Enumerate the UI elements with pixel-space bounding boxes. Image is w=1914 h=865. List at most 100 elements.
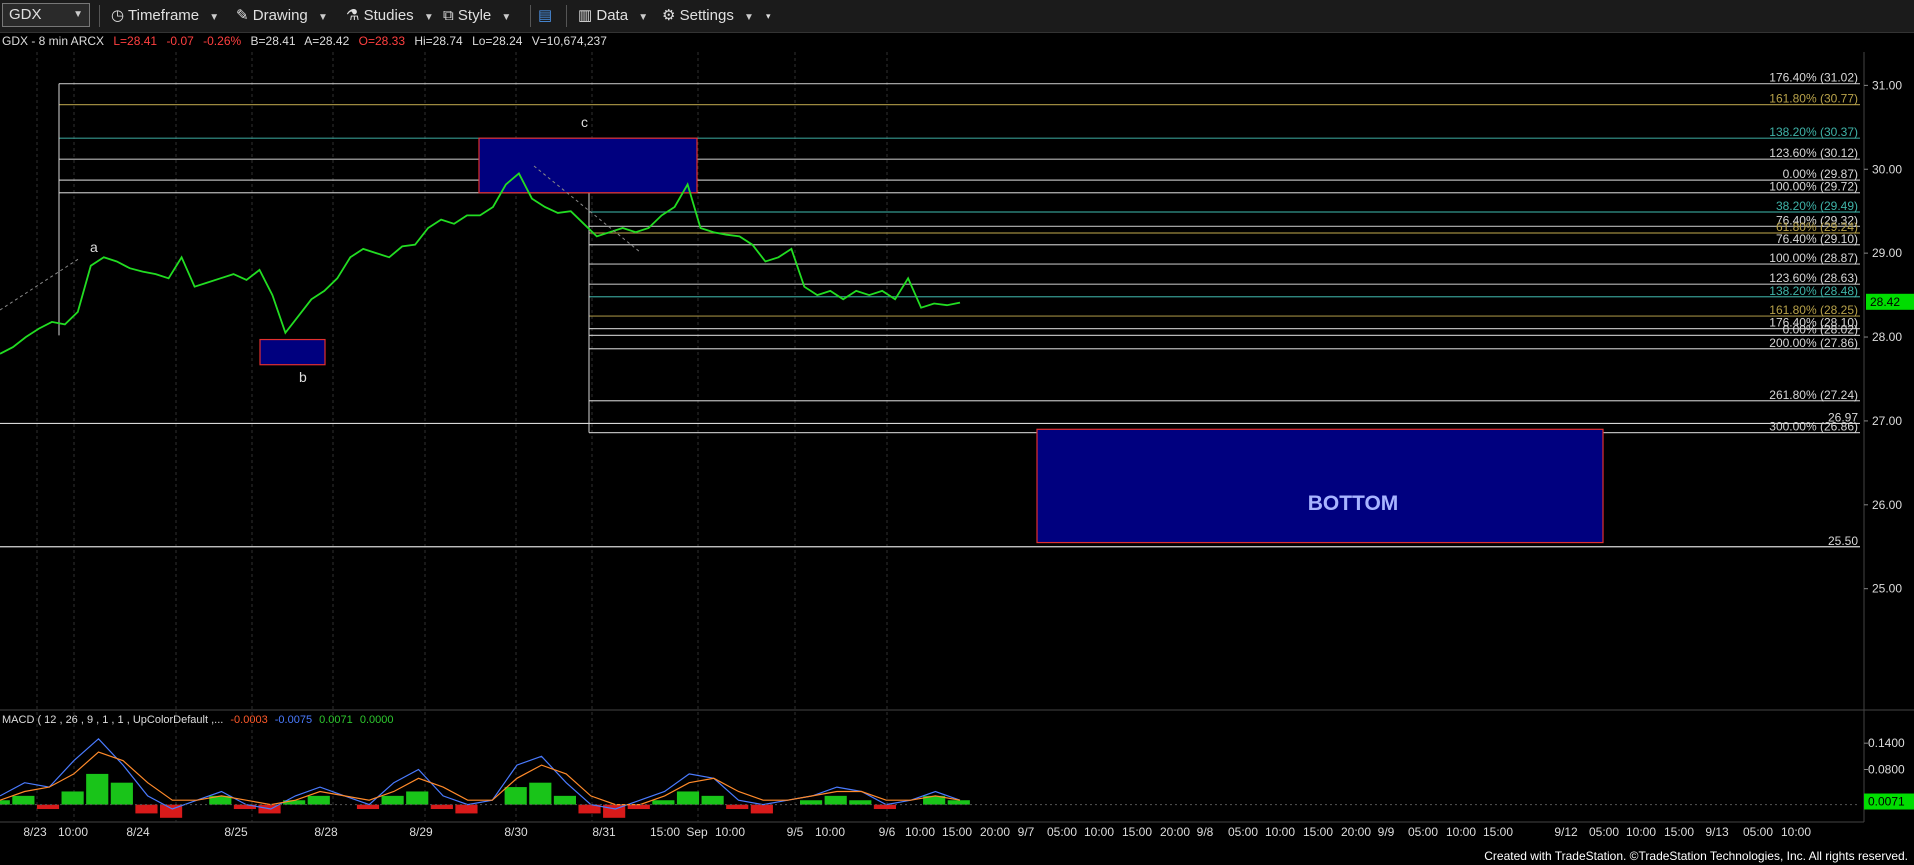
bid-reading: B=28.41 [251,34,296,48]
gear-icon: ⚙ [662,7,676,24]
chart-info-line: GDX - 8 min ARCX L=28.41 -0.07 -0.26% B=… [2,34,607,48]
target-zones [259,137,1604,544]
macd-histogram-bar [652,800,675,805]
price-tick-label: 25.00 [1872,582,1902,596]
change-reading: -0.07 [166,34,194,48]
macd-last-label: 0.0071 [1868,795,1905,809]
fib-level-label: 0.00% (28.02) [1783,322,1858,336]
time-tick-label: 10:00 [1446,825,1476,839]
price-tick-label: 31.00 [1872,78,1902,92]
macd-reading-2: -0.0075 [275,714,312,726]
chevron-down-icon: ▼ [423,12,434,23]
time-tick-label: 10:00 [815,825,845,839]
pencil-icon: ✎ [236,7,249,24]
fib-level-label: 176.40% (31.02) [1769,71,1858,85]
macd-histogram-bar [135,804,158,814]
macd-histogram-bar [504,787,527,805]
time-tick-label: 8/23 [23,825,47,839]
time-tick-label: 05:00 [1047,825,1077,839]
wave-label-b: b [299,369,307,385]
data-menu[interactable]: ▥ Data ▼ [578,5,648,27]
drawing-label: Drawing [252,7,308,24]
studies-menu[interactable]: ⚗ Studies ▼ [346,5,434,27]
time-tick-label: 8/28 [314,825,338,839]
macd-info-line: MACD ( 12 , 26 , 9 , 1 , 1 , UpColorDefa… [2,714,394,726]
time-tick-label: 10:00 [1084,825,1114,839]
zone-b [259,338,326,366]
time-tick-label: 05:00 [1228,825,1258,839]
studies-label: Studies [363,7,414,24]
chart-canvas[interactable]: GDX - 8 min ARCX L=28.41 -0.07 -0.26% B=… [0,32,1914,865]
macd-tick-label: 0.1400 [1868,736,1905,750]
macd-histogram-bar [553,795,576,805]
macd-histogram-bar [0,800,10,805]
time-tick-label: 10:00 [715,825,745,839]
price-tick-label: 27.00 [1872,414,1902,428]
ask-reading: A=28.42 [304,34,349,48]
time-tick-label: 05:00 [1408,825,1438,839]
macd-histogram-bar [381,795,404,805]
chevron-down-icon: ▼ [73,9,83,20]
chevron-down-icon: ▼ [209,12,220,23]
time-tick-label: 05:00 [1743,825,1773,839]
macd-histogram-bar [12,795,35,805]
macd-histogram-bar [307,795,330,805]
toolbar-overflow-button[interactable]: ▾ [766,5,771,27]
timeframe-menu[interactable]: ◷ Timeframe ▼ [111,5,219,27]
macd-histogram-bar [824,795,847,805]
settings-menu[interactable]: ⚙ Settings ▼ [662,5,754,27]
time-tick-label: 8/31 [592,825,616,839]
zone-bottom [1036,428,1604,544]
time-tick-label: 9/13 [1705,825,1729,839]
macd-reading-1: -0.0003 [230,714,267,726]
fib-level-label: 138.20% (30.37) [1769,125,1858,139]
layout-button[interactable]: ▤ [538,5,552,27]
time-tick-label: 20:00 [980,825,1010,839]
macd-title: MACD ( 12 , 26 , 9 , 1 , 1 , UpColorDefa… [2,714,223,726]
time-tick-label: 15:00 [1122,825,1152,839]
time-axis: 8/23 10:00 8/24 8/25 8/28 8/29 8/30 8/31 15:00 Se… [23,825,1811,839]
macd-histogram-bar [726,804,749,810]
macd-indicator: 0.1400 0.0800 0.0071 [0,736,1914,818]
fib-level-label: 161.80% (30.77) [1769,92,1858,106]
time-tick-label: 9/6 [879,825,896,839]
fib-level-label: 76.40% (29.10) [1776,232,1858,246]
fib-level-label: 123.60% (30.12) [1769,146,1858,160]
style-menu[interactable]: ⧉ Style ▼ [443,5,511,27]
macd-tick-label: 0.0800 [1868,763,1905,777]
time-tick-label: 20:00 [1341,825,1371,839]
time-tick-label: 9/12 [1554,825,1578,839]
time-tick-label: 8/24 [126,825,150,839]
drawing-menu[interactable]: ✎ Drawing ▼ [236,5,328,27]
wave-connector [0,257,81,311]
price-tick-label: 28.00 [1872,330,1902,344]
layout-icon: ▤ [538,7,553,24]
macd-reading-4: 0.0000 [360,714,394,726]
last-price-label: 28.42 [1870,295,1900,309]
toolbar-divider [99,5,100,27]
chevron-down-icon: ▼ [501,12,512,23]
fib-level-label: 100.00% (29.72) [1769,180,1858,194]
low-reading: Lo=28.24 [472,34,523,48]
open-reading: O=28.33 [359,34,406,48]
macd-histogram-bar [800,800,823,805]
change-pct-reading: -0.26% [203,34,241,48]
macd-histogram-bar [701,795,724,805]
symbol-selector[interactable]: GDX ▼ [2,3,90,27]
vertical-gridlines [36,52,888,822]
chevron-down-icon: ▼ [317,12,328,23]
price-tick-label: 29.00 [1872,246,1902,260]
data-label: Data [596,7,629,24]
time-tick-label: 15:00 [1303,825,1333,839]
time-tick-label: 10:00 [905,825,935,839]
macd-reading-3: 0.0071 [319,714,353,726]
macd-histogram-bar [406,791,429,805]
time-tick-label: 10:00 [1265,825,1295,839]
fib-level-label: 138.20% (28.48) [1769,284,1858,298]
macd-histogram-bar [750,804,773,814]
time-tick-label: 05:00 [1589,825,1619,839]
macd-signal-line [0,751,961,806]
macd-histogram-bar [86,773,109,805]
macd-histogram-bar [947,800,970,805]
horizontal-level-label: 25.50 [1828,534,1858,548]
